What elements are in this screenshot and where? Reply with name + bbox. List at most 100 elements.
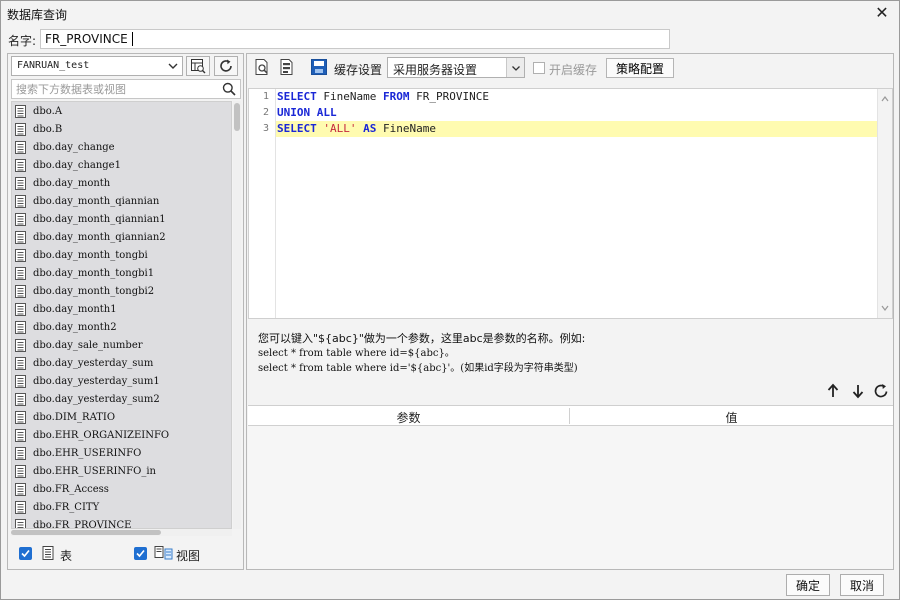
table-name: dbo.FR_CITY (33, 501, 100, 513)
arrow-up-icon[interactable] (825, 383, 841, 399)
table-icon (15, 230, 26, 244)
table-list-item[interactable]: dbo.FR_Access (12, 480, 231, 498)
table-name: dbo.day_month_qiannian (33, 195, 160, 207)
search-icon[interactable] (222, 82, 236, 96)
table-search-input[interactable] (12, 80, 212, 98)
table-icon (15, 500, 26, 514)
table-name: dbo.EHR_ORGANIZEINFO (33, 429, 170, 441)
checkmark-icon (136, 549, 145, 558)
table-browser-panel: FANRUAN_test dbo.A dbo.B dbo.day_changedbo… (7, 53, 244, 570)
table-list-item[interactable]: dbo.EHR_ORGANIZEINFO (12, 426, 231, 444)
hint-line-1: 您可以键入"${abc}"做为一个参数，这里abc是参数的名称。例如: (258, 332, 586, 345)
table-list-item[interactable]: dbo.A (12, 102, 231, 120)
table-name: dbo.day_change (33, 141, 115, 153)
table-list-item[interactable]: dbo.day_change (12, 138, 231, 156)
table-list-item[interactable]: dbo.EHR_USERINFO_in (12, 462, 231, 480)
table-list-item[interactable]: dbo.day_month_tongbi (12, 246, 231, 264)
show-tables-checkbox[interactable] (19, 547, 32, 560)
table-icon (15, 320, 26, 334)
table-search-icon (191, 59, 206, 74)
table-list-item[interactable]: dbo.FR_CITY (12, 498, 231, 516)
line-number: 1 (262, 91, 269, 102)
table-list-item[interactable]: dbo.day_change1 (12, 156, 231, 174)
table-icon (15, 194, 26, 208)
table-list-item[interactable]: dbo.day_yesterday_sum1 (12, 372, 231, 390)
connection-select-value: FANRUAN_test (17, 60, 90, 71)
table-icon (15, 212, 26, 226)
database-query-dialog: 数据库查询 ✕ 名字: FANRUAN_test (0, 0, 900, 600)
checkmark-icon (21, 549, 30, 558)
cache-settings-icon (311, 59, 327, 75)
table-list-item[interactable]: dbo.day_yesterday_sum2 (12, 390, 231, 408)
table-list-horizontal-scrollbar[interactable] (11, 529, 232, 536)
cancel-button[interactable]: 取消 (840, 574, 884, 596)
window-title: 数据库查询 (7, 8, 68, 22)
table-list-item[interactable]: dbo.B (12, 120, 231, 138)
table-name: dbo.day_month_tongbi (33, 249, 148, 261)
table-name: dbo.day_yesterday_sum1 (33, 375, 160, 387)
table-icon (15, 410, 26, 424)
table-list-item[interactable]: dbo.day_month1 (12, 300, 231, 318)
editor-toolbar: 缓存设置 采用服务器设置 开启缓存 策略配置 (247, 54, 893, 82)
table-list-item[interactable]: dbo.day_sale_number (12, 336, 231, 354)
format-sql-icon[interactable] (278, 58, 296, 76)
table-list-item[interactable]: dbo.day_month (12, 174, 231, 192)
editor-vertical-scrollbar[interactable] (877, 89, 892, 318)
scrollbar-thumb[interactable] (11, 530, 161, 535)
table-name: dbo.day_sale_number (33, 339, 143, 351)
table-icon (15, 284, 26, 298)
sql-editor[interactable]: 1 2 3 SELECT FineName FROM FR_PROVINCE U… (248, 88, 893, 319)
table-icon (15, 158, 26, 172)
parameter-table: 参数 值 (248, 405, 893, 569)
arrow-down-icon[interactable] (850, 383, 866, 399)
table-list-item[interactable]: dbo.day_month_tongbi2 (12, 282, 231, 300)
table-icon (15, 104, 26, 118)
enable-cache-checkbox[interactable] (533, 62, 545, 74)
parameter-table-header: 参数 值 (248, 406, 893, 426)
table-list-item[interactable]: dbo.EHR_USERINFO (12, 444, 231, 462)
table-icon (15, 176, 26, 190)
table-name: dbo.day_month_tongbi2 (33, 285, 155, 297)
table-name: dbo.day_month_tongbi1 (33, 267, 155, 279)
table-name: dbo.B (33, 123, 63, 135)
table-list-item[interactable]: dbo.day_month_qiannian (12, 192, 231, 210)
code-line-3: SELECT 'ALL' AS FineName (276, 121, 877, 137)
table-list-item[interactable]: dbo.DIM_RATIO (12, 408, 231, 426)
close-icon[interactable]: ✕ (873, 4, 891, 22)
column-header-parameter: 参数 (396, 411, 421, 425)
table-name: dbo.A (33, 105, 63, 117)
table-list-vertical-scrollbar[interactable] (233, 101, 241, 529)
table-icon (15, 464, 26, 478)
table-icon (15, 374, 26, 388)
table-name: dbo.FR_PROVINCE (33, 519, 132, 529)
cache-settings-label: 缓存设置 (334, 63, 383, 77)
table-list-item[interactable]: dbo.day_month_tongbi1 (12, 264, 231, 282)
cache-mode-dropdown-toggle[interactable] (506, 58, 524, 77)
table-list-item[interactable]: dbo.day_month2 (12, 318, 231, 336)
sql-preview-button[interactable] (186, 56, 210, 76)
name-input[interactable] (40, 29, 670, 49)
scrollbar-thumb[interactable] (234, 103, 240, 131)
table-icon (15, 428, 26, 442)
table-icon (15, 122, 26, 136)
ok-button[interactable]: 确定 (786, 574, 830, 596)
title-bar: 数据库查询 ✕ (1, 1, 899, 27)
chevron-down-icon[interactable] (881, 304, 889, 312)
show-views-checkbox[interactable] (134, 547, 147, 560)
table-list-item[interactable]: dbo.day_yesterday_sum (12, 354, 231, 372)
connection-select[interactable]: FANRUAN_test (11, 56, 183, 76)
refresh-button[interactable] (214, 56, 238, 76)
view-icon (154, 546, 173, 560)
table-name: dbo.EHR_USERINFO_in (33, 465, 156, 477)
cache-mode-select[interactable]: 采用服务器设置 (387, 57, 525, 78)
chevron-up-icon[interactable] (881, 95, 889, 103)
refresh-icon[interactable] (873, 383, 889, 399)
table-list-item[interactable]: dbo.day_month_qiannian1 (12, 210, 231, 228)
strategy-config-button[interactable]: 策略配置 (606, 58, 674, 78)
table-list-item[interactable]: dbo.FR_PROVINCE (12, 516, 231, 529)
preview-icon[interactable] (253, 58, 271, 76)
table-name: dbo.day_month2 (33, 321, 117, 333)
table-list-item[interactable]: dbo.day_month_qiannian2 (12, 228, 231, 246)
parameter-hint: 您可以键入"${abc}"做为一个参数，这里abc是参数的名称。例如: sele… (258, 331, 888, 376)
table-search-box (11, 79, 241, 99)
